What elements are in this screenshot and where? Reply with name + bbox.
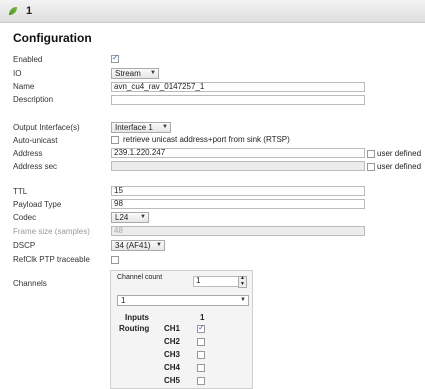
channel-row-label: CH3 (164, 350, 181, 359)
channels-label: Channels (13, 279, 47, 288)
channel-row-label: CH1 (164, 324, 181, 333)
address-input[interactable]: 239.1.220.247 (111, 148, 365, 158)
inputs-column-1: 1 (200, 313, 205, 322)
chevron-down-icon: ▼ (240, 297, 246, 303)
name-input[interactable]: avn_cu4_rav_0147257_1 (111, 82, 365, 92)
routing-checkbox-ch5[interactable] (197, 377, 205, 385)
output-interface-select[interactable]: Interface 1 ▼ (111, 122, 171, 133)
ttl-label: TTL (13, 187, 28, 196)
auto-unicast-text: retrieve unicast address+port from sink … (123, 135, 290, 144)
enabled-checkbox[interactable] (111, 53, 119, 63)
frame-size-input[interactable]: 48 (111, 226, 365, 236)
channel-count-input[interactable]: 1 (193, 276, 239, 287)
page-title: Configuration (13, 31, 92, 45)
channel-row-label: CH2 (164, 337, 181, 346)
auto-unicast-checkbox[interactable] (111, 136, 119, 144)
enabled-label: Enabled (13, 55, 43, 64)
channels-panel: Channel count 1 ▲ ▼ 1 ▼ Inputs 1 Routing… (110, 270, 253, 389)
payload-type-label: Payload Type (13, 200, 62, 209)
routing-label: Routing (119, 324, 150, 333)
channel-row-label: CH4 (164, 363, 181, 372)
codec-value: L24 (115, 213, 129, 222)
address-sec-user-defined-label: user defined (377, 162, 422, 171)
io-label: IO (13, 69, 22, 78)
name-label: Name (13, 82, 35, 91)
dscp-select[interactable]: 34 (AF41) ▼ (111, 240, 165, 251)
refclk-label: RefClk PTP traceable (13, 255, 90, 264)
address-sec-label: Address sec (13, 162, 58, 171)
channel-row-label: CH5 (164, 376, 181, 385)
refclk-checkbox[interactable] (111, 256, 119, 264)
address-sec-input[interactable] (111, 161, 365, 171)
codec-select[interactable]: L24 ▼ (111, 212, 149, 223)
routing-checkbox-ch2[interactable] (197, 338, 205, 346)
dscp-value: 34 (AF41) (115, 241, 151, 250)
address-label: Address (13, 149, 43, 158)
channel-select-value: 1 (121, 296, 126, 305)
chevron-down-icon: ▼ (150, 70, 156, 76)
channel-count-spinner[interactable]: ▲ ▼ (238, 275, 247, 288)
payload-type-input[interactable]: 98 (111, 199, 365, 209)
routing-checkbox-ch1[interactable] (197, 323, 205, 333)
frame-size-label: Frame size (samples) (13, 227, 90, 236)
ttl-input[interactable]: 15 (111, 186, 365, 196)
chevron-down-icon: ▼ (156, 242, 162, 248)
section-header[interactable]: 1 (0, 0, 425, 23)
chevron-down-icon: ▼ (162, 124, 168, 130)
channel-count-label: Channel count (117, 274, 163, 281)
auto-unicast-label: Auto-unicast (13, 136, 58, 145)
address-user-defined-label: user defined (377, 149, 422, 158)
output-interface-label: Output Interface(s) (13, 123, 80, 132)
leaf-icon (8, 7, 17, 16)
routing-checkbox-ch4[interactable] (197, 364, 205, 372)
io-select[interactable]: Stream ▼ (111, 68, 159, 79)
dscp-label: DSCP (13, 241, 36, 250)
address-user-defined-checkbox[interactable] (367, 150, 375, 158)
section-number: 1 (26, 5, 33, 17)
routing-checkbox-ch3[interactable] (197, 351, 205, 359)
description-label: Description (13, 95, 54, 104)
description-input[interactable] (111, 95, 365, 105)
codec-label: Codec (13, 213, 37, 222)
spin-down-icon: ▼ (240, 281, 245, 287)
inputs-label: Inputs (125, 313, 149, 322)
output-interface-value: Interface 1 (115, 123, 153, 132)
address-sec-user-defined-checkbox[interactable] (367, 163, 375, 171)
channel-select[interactable]: 1 ▼ (117, 295, 249, 306)
chevron-down-icon: ▼ (140, 214, 146, 220)
io-select-value: Stream (115, 69, 141, 78)
